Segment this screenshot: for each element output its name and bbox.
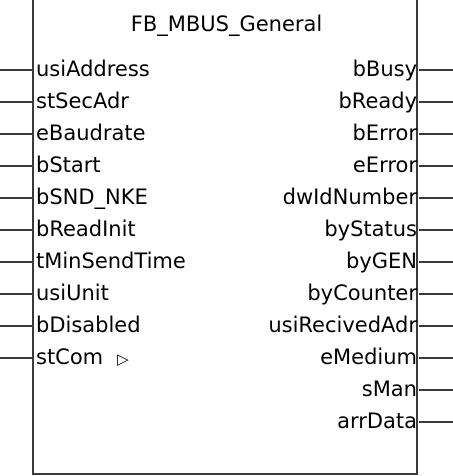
output-label: byStatus: [324, 217, 417, 241]
output-label: byGEN: [345, 249, 417, 273]
block-title: FB_MBUS_General: [130, 12, 323, 36]
output-pin-eError: eError: [193, 150, 453, 182]
input-label: usiUnit: [36, 281, 109, 305]
input-label: bSND_NKE: [36, 185, 148, 209]
input-label: stSecAdr: [36, 89, 129, 113]
output-label: dwIdNumber: [282, 185, 417, 209]
output-label: bBusy: [352, 57, 417, 81]
output-pin-byCounter: byCounter: [193, 278, 453, 310]
input-label: usiAddress: [36, 57, 150, 81]
input-label: stCom: [36, 345, 104, 369]
output-pin-byStatus: byStatus: [193, 214, 453, 246]
output-pin-eMedium: eMedium: [193, 342, 453, 374]
inout-triangle-icon: ▷: [117, 350, 129, 368]
output-label: eMedium: [320, 345, 417, 369]
input-label-group: stCom ▷: [36, 342, 129, 374]
output-label: bReady: [338, 89, 417, 113]
input-label: tMinSendTime: [36, 249, 186, 273]
output-pin-byGEN: byGEN: [193, 246, 453, 278]
output-label: byCounter: [307, 281, 417, 305]
output-pin-bBusy: bBusy: [193, 54, 453, 86]
input-label: bDisabled: [36, 313, 141, 337]
output-label: bError: [352, 121, 417, 145]
output-pin-usiRecivedAdr: usiRecivedAdr: [193, 310, 453, 342]
output-label: usiRecivedAdr: [268, 313, 417, 337]
output-label: sMan: [361, 377, 417, 401]
output-pin-bReady: bReady: [193, 86, 453, 118]
output-pin-bError: bError: [193, 118, 453, 150]
output-pin-dwIdNumber: dwIdNumber: [193, 182, 453, 214]
input-label: bStart: [36, 153, 101, 177]
output-pin-arrData: arrData: [193, 406, 453, 438]
output-label: eError: [352, 153, 417, 177]
input-label: eBaudrate: [36, 121, 146, 145]
output-label: arrData: [337, 409, 417, 433]
input-label: bReadInit: [36, 217, 136, 241]
output-pin-sMan: sMan: [193, 374, 453, 406]
